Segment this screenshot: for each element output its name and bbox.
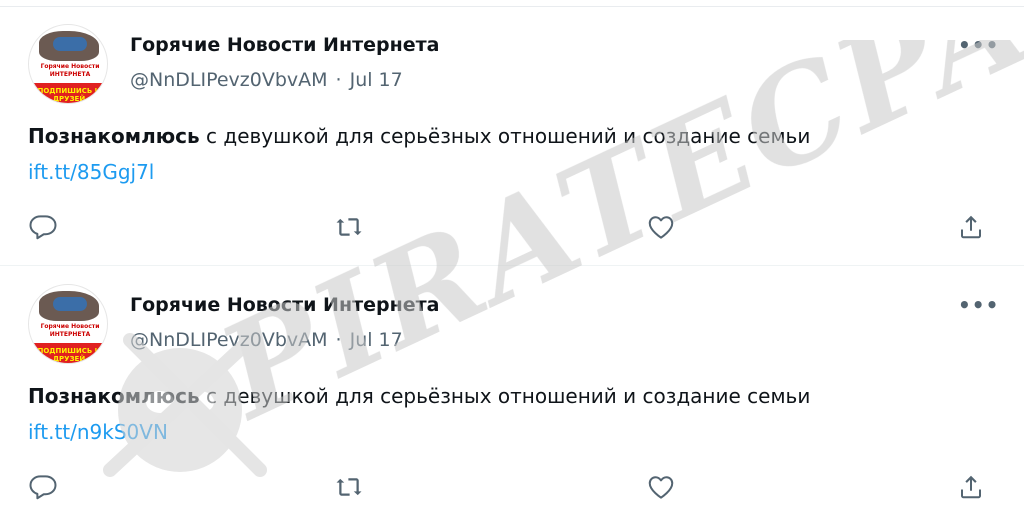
avatar-caption-2: ИНТЕРНЕТА bbox=[49, 71, 91, 78]
like-icon[interactable] bbox=[646, 472, 676, 502]
tweet-text-bold: Познакомлюсь bbox=[28, 124, 200, 148]
tweet-feed: Горячие Новости ИНТЕРНЕТА ПОДПИШИСЬ И ДР… bbox=[0, 0, 1024, 518]
avatar[interactable]: Горячие Новости ИНТЕРНЕТА ПОДПИШИСЬ И ДР… bbox=[28, 24, 108, 104]
tweet-card[interactable]: Горячие Новости ИНТЕРНЕТА ПОДПИШИСЬ И ДР… bbox=[0, 6, 1024, 264]
tweet-meta: @NnDLIPevz0VbvAM · Jul 17 bbox=[130, 329, 403, 351]
avatar-caption-3: ПОДПИШИСЬ И ДРУЗЕЙ bbox=[37, 87, 101, 103]
avatar[interactable]: Горячие Новости ИНТЕРНЕТА ПОДПИШИСЬ И ДР… bbox=[28, 284, 108, 364]
tweet-text-rest: с девушкой для серьёзных отношений и соз… bbox=[199, 124, 811, 148]
user-handle[interactable]: @NnDLIPevz0VbvAM bbox=[130, 329, 328, 351]
tweet-link[interactable]: ift.tt/n9kS0VN bbox=[28, 420, 168, 444]
avatar-yellow-band bbox=[29, 363, 108, 364]
avatar-yellow-band bbox=[29, 103, 108, 104]
tweet-date[interactable]: Jul 17 bbox=[350, 329, 403, 351]
tweet-text-rest: с девушкой для серьёзных отношений и соз… bbox=[199, 384, 811, 408]
share-icon[interactable] bbox=[956, 212, 986, 242]
more-icon[interactable]: ••• bbox=[958, 295, 998, 316]
tweet-text: Познакомлюсь с девушкой для серьёзных от… bbox=[28, 124, 810, 148]
avatar-caption-1: Горячие Новости bbox=[40, 63, 100, 70]
retweet-icon[interactable] bbox=[334, 212, 364, 242]
share-icon[interactable] bbox=[956, 472, 986, 502]
like-icon[interactable] bbox=[646, 212, 676, 242]
reply-icon[interactable] bbox=[28, 472, 58, 502]
user-handle[interactable]: @NnDLIPevz0VbvAM bbox=[130, 69, 328, 91]
tweet-text: Познакомлюсь с девушкой для серьёзных от… bbox=[28, 384, 810, 408]
display-name[interactable]: Горячие Новости Интернета bbox=[130, 294, 439, 316]
avatar-caption-3: ПОДПИШИСЬ И ДРУЗЕЙ bbox=[37, 347, 101, 363]
tweet-card[interactable]: Горячие Новости ИНТЕРНЕТА ПОДПИШИСЬ И ДР… bbox=[0, 265, 1024, 524]
avatar-caption-1: Горячие Новости bbox=[40, 323, 100, 330]
retweet-icon[interactable] bbox=[334, 472, 364, 502]
meta-separator: · bbox=[335, 329, 342, 351]
avatar-image-sleeve bbox=[53, 297, 87, 311]
avatar-image-sleeve bbox=[53, 37, 87, 51]
meta-separator: · bbox=[335, 69, 342, 91]
reply-icon[interactable] bbox=[28, 212, 58, 242]
tweet-link[interactable]: ift.tt/85Ggj7l bbox=[28, 160, 154, 184]
avatar-caption-2: ИНТЕРНЕТА bbox=[49, 331, 91, 338]
tweet-date[interactable]: Jul 17 bbox=[350, 69, 403, 91]
display-name[interactable]: Горячие Новости Интернета bbox=[130, 34, 439, 56]
tweet-meta: @NnDLIPevz0VbvAM · Jul 17 bbox=[130, 69, 403, 91]
tweet-text-bold: Познакомлюсь bbox=[28, 384, 200, 408]
more-icon[interactable]: ••• bbox=[958, 35, 998, 56]
